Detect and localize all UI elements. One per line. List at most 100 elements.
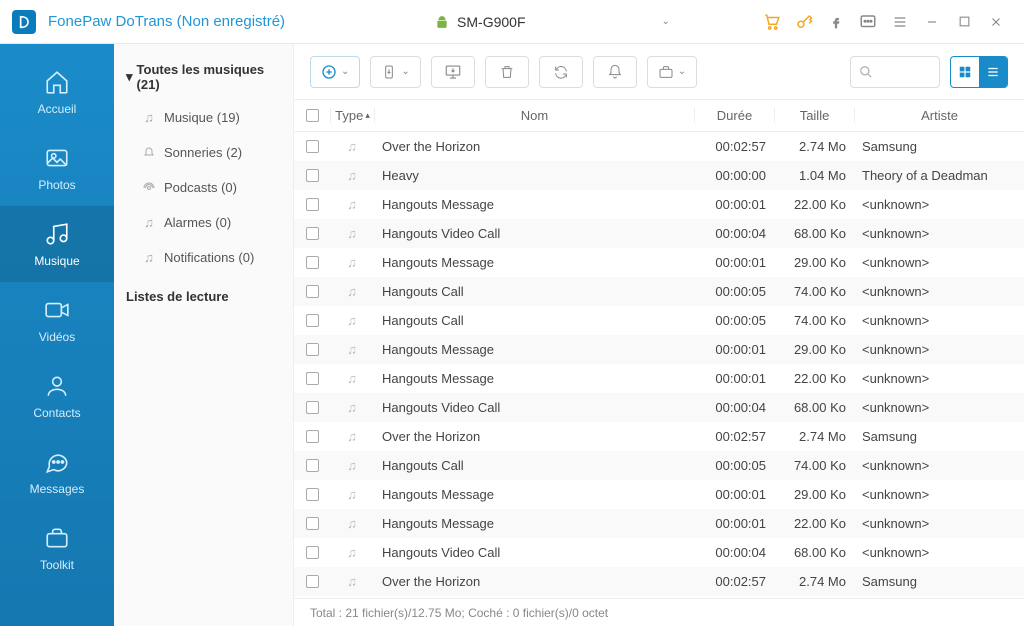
row-checkbox[interactable] — [306, 169, 319, 182]
table-row[interactable]: ♫Hangouts Message00:00:0129.00 Ko<unknow… — [294, 335, 1024, 364]
refresh-button[interactable] — [539, 56, 583, 88]
row-checkbox[interactable] — [306, 314, 319, 327]
cell-duration: 00:00:01 — [694, 487, 774, 502]
feedback-icon[interactable] — [856, 10, 880, 34]
grid-view-button[interactable] — [951, 57, 979, 87]
close-button[interactable] — [984, 10, 1008, 34]
sidebar-item-contacts[interactable]: Contacts — [0, 358, 114, 434]
cell-name: Hangouts Message — [374, 197, 694, 212]
cart-icon[interactable] — [760, 10, 784, 34]
sidebar-item-videos[interactable]: Vidéos — [0, 282, 114, 358]
row-checkbox[interactable] — [306, 575, 319, 588]
cell-size: 68.00 Ko — [774, 545, 854, 560]
chevron-down-icon: ⌄ — [678, 66, 686, 77]
podcast-icon — [142, 181, 156, 195]
search-box[interactable] — [850, 56, 940, 88]
search-input[interactable] — [877, 64, 927, 79]
music-note-icon: ♫ — [330, 284, 374, 299]
sidebar-item-messages[interactable]: Messages — [0, 434, 114, 510]
add-button[interactable]: ⌄ — [310, 56, 360, 88]
sidebar-item-music[interactable]: Musique — [0, 206, 114, 282]
table-row[interactable]: ♫Hangouts Message00:00:0129.00 Ko<unknow… — [294, 248, 1024, 277]
sidebar-item-photos[interactable]: Photos — [0, 130, 114, 206]
music-note-icon: ♫ — [330, 545, 374, 560]
row-checkbox[interactable] — [306, 198, 319, 211]
view-toggle — [950, 56, 1008, 88]
export-to-pc-button[interactable] — [431, 56, 475, 88]
table-row[interactable]: ♫Hangouts Message00:00:0122.00 Ko<unknow… — [294, 509, 1024, 538]
subpanel-item-ringtones[interactable]: Sonneries (2) — [114, 135, 293, 170]
row-checkbox[interactable] — [306, 546, 319, 559]
row-checkbox[interactable] — [306, 227, 319, 240]
table-row[interactable]: ♫Over the Horizon00:02:572.74 MoSamsung — [294, 132, 1024, 161]
sidebar-item-home[interactable]: Accueil — [0, 54, 114, 130]
music-note-icon: ♫ — [330, 139, 374, 154]
row-checkbox[interactable] — [306, 256, 319, 269]
row-checkbox[interactable] — [306, 140, 319, 153]
row-checkbox[interactable] — [306, 459, 319, 472]
music-icon — [43, 220, 71, 248]
list-view-button[interactable] — [979, 57, 1007, 87]
select-all-checkbox[interactable] — [306, 109, 319, 122]
music-note-icon: ♫ — [330, 371, 374, 386]
android-icon — [435, 15, 449, 29]
cell-size: 29.00 Ko — [774, 342, 854, 357]
table-row[interactable]: ♫Heavy00:00:001.04 MoTheory of a Deadman — [294, 161, 1024, 190]
table-row[interactable]: ♫Hangouts Message00:00:0122.00 Ko<unknow… — [294, 190, 1024, 219]
row-checkbox[interactable] — [306, 517, 319, 530]
col-size[interactable]: Taille — [774, 108, 854, 123]
cell-size: 74.00 Ko — [774, 284, 854, 299]
row-checkbox[interactable] — [306, 488, 319, 501]
cell-duration: 00:00:05 — [694, 313, 774, 328]
facebook-icon[interactable] — [824, 10, 848, 34]
col-duration[interactable]: Durée — [694, 108, 774, 123]
cell-name: Hangouts Video Call — [374, 545, 694, 560]
chevron-down-icon: ▾ — [126, 69, 133, 85]
row-checkbox[interactable] — [306, 430, 319, 443]
sidebar-item-toolkit[interactable]: Toolkit — [0, 510, 114, 586]
subpanel-group-title[interactable]: ▾ Toutes les musiques (21) — [114, 54, 293, 100]
cell-name: Hangouts Call — [374, 458, 694, 473]
table-row[interactable]: ♫Hangouts Message00:00:0129.00 Ko<unknow… — [294, 480, 1024, 509]
key-icon[interactable] — [792, 10, 816, 34]
minimize-button[interactable] — [920, 10, 944, 34]
table-row[interactable]: ♫Hangouts Call00:00:0574.00 Ko<unknown> — [294, 451, 1024, 480]
table-row[interactable]: ♫Over the Horizon00:02:572.74 MoSamsung — [294, 422, 1024, 451]
subpanel-item-alarms[interactable]: ♫ Alarmes (0) — [114, 205, 293, 240]
sidebar-item-label: Photos — [38, 178, 75, 192]
row-checkbox[interactable] — [306, 401, 319, 414]
col-name[interactable]: Nom — [374, 108, 694, 123]
row-checkbox[interactable] — [306, 285, 319, 298]
ringtone-button[interactable] — [593, 56, 637, 88]
menu-icon[interactable] — [888, 10, 912, 34]
table-row[interactable]: ♫Hangouts Video Call00:00:0468.00 Ko<unk… — [294, 219, 1024, 248]
table-row[interactable]: ♫Hangouts Video Call00:00:0468.00 Ko<unk… — [294, 538, 1024, 567]
cell-duration: 00:00:01 — [694, 197, 774, 212]
col-artist[interactable]: Artiste — [854, 108, 1024, 123]
sidebar-item-label: Contacts — [33, 406, 80, 420]
delete-button[interactable] — [485, 56, 529, 88]
device-selector[interactable]: SM-G900F ⌄ — [425, 10, 680, 34]
maximize-button[interactable] — [952, 10, 976, 34]
music-note-icon: ♫ — [330, 313, 374, 328]
music-note-icon: ♫ — [330, 168, 374, 183]
toolbox-button[interactable]: ⌄ — [647, 56, 697, 88]
table-row[interactable]: ♫Hangouts Call00:00:0574.00 Ko<unknown> — [294, 277, 1024, 306]
table-row[interactable]: ♫Hangouts Call00:00:0574.00 Ko<unknown> — [294, 306, 1024, 335]
row-checkbox[interactable] — [306, 343, 319, 356]
cell-name: Hangouts Call — [374, 284, 694, 299]
subpanel-playlists-title[interactable]: Listes de lecture — [114, 275, 293, 312]
subpanel-item-podcasts[interactable]: Podcasts (0) — [114, 170, 293, 205]
col-type[interactable]: Type▴ — [330, 108, 374, 123]
table-row[interactable]: ♫Over the Horizon00:02:572.74 MoSamsung — [294, 567, 1024, 596]
cell-duration: 00:00:05 — [694, 284, 774, 299]
cell-size: 29.00 Ko — [774, 487, 854, 502]
subpanel-item-notifications[interactable]: ♫ Notifications (0) — [114, 240, 293, 275]
export-to-device-button[interactable]: ⌄ — [370, 56, 420, 88]
table-row[interactable]: ♫Hangouts Message00:00:0122.00 Ko<unknow… — [294, 364, 1024, 393]
cell-name: Over the Horizon — [374, 429, 694, 444]
cell-size: 68.00 Ko — [774, 400, 854, 415]
table-row[interactable]: ♫Hangouts Video Call00:00:0468.00 Ko<unk… — [294, 393, 1024, 422]
subpanel-item-music[interactable]: ♫ Musique (19) — [114, 100, 293, 135]
row-checkbox[interactable] — [306, 372, 319, 385]
